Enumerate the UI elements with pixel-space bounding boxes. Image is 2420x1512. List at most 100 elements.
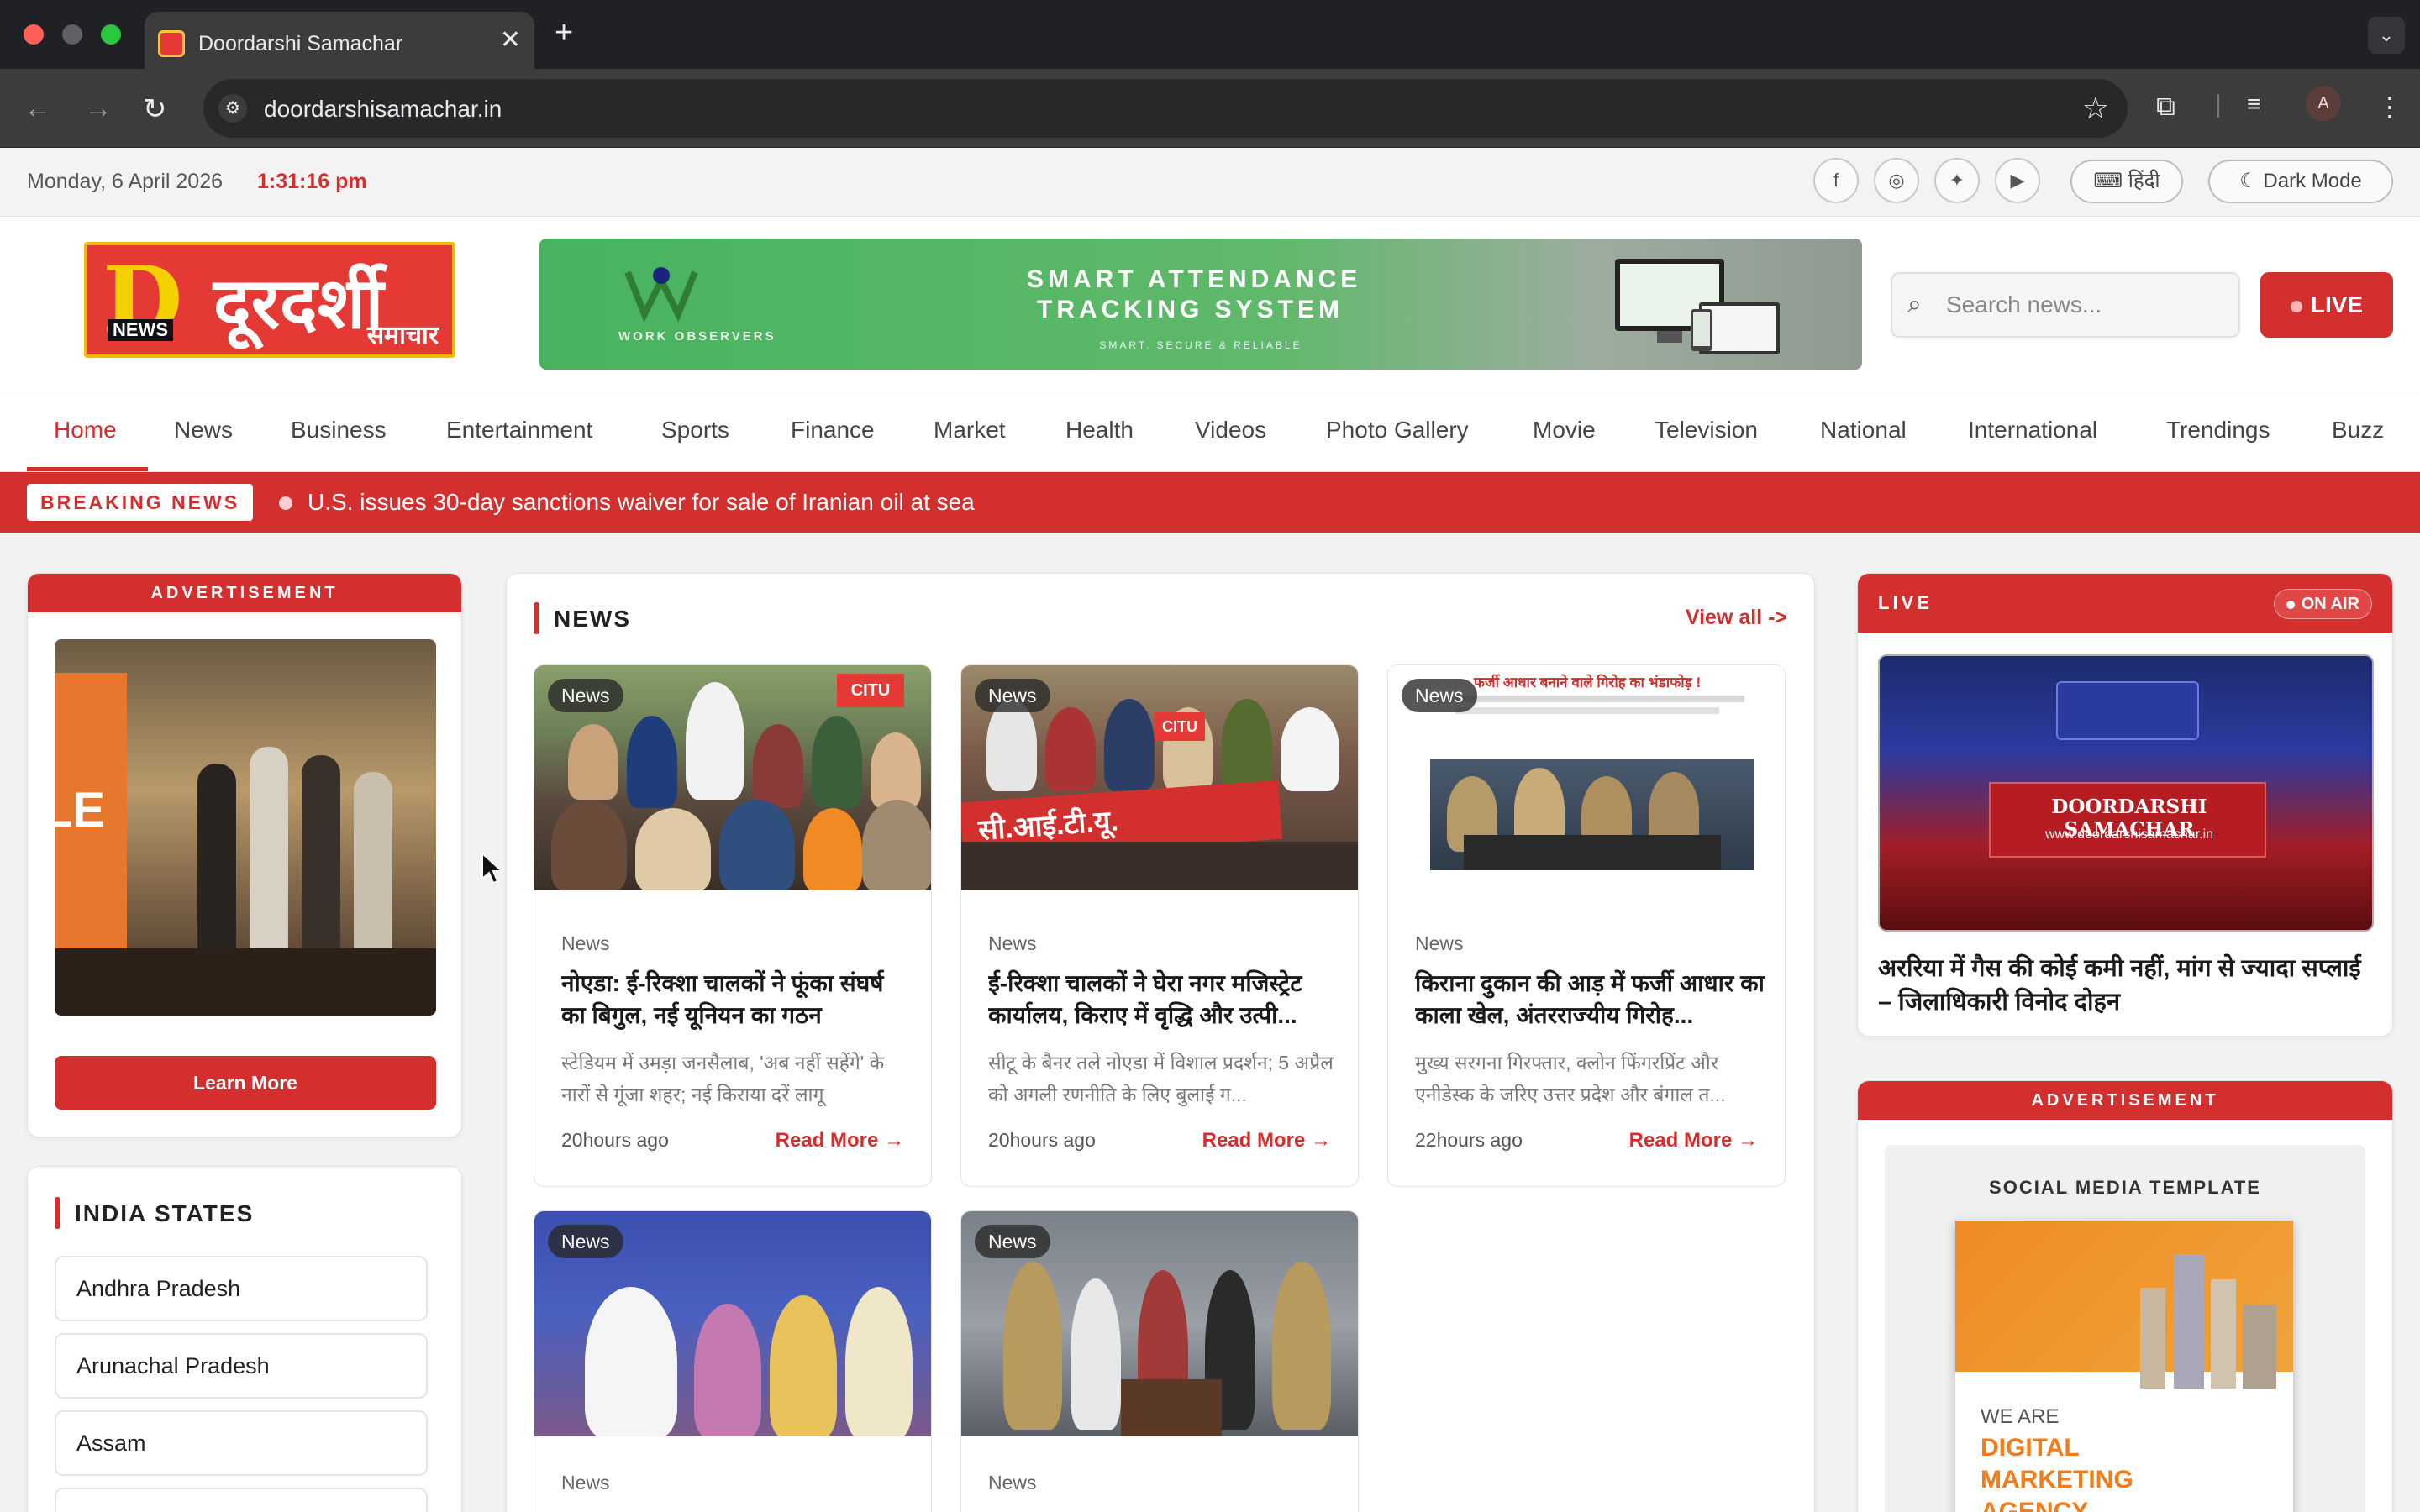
news-image: News <box>534 1211 931 1436</box>
logo-news-label: NEWS <box>108 319 173 341</box>
news-card[interactable]: News News <box>960 1210 1359 1512</box>
new-tab-icon[interactable]: + <box>555 15 573 51</box>
forward-icon[interactable]: → <box>84 92 113 125</box>
instagram-icon[interactable]: ◎ <box>1874 158 1919 203</box>
browser-menu-icon[interactable]: ⋮ <box>2376 91 2403 123</box>
translate-icon: ⌨ <box>2093 170 2128 192</box>
news-title[interactable]: ई-रिक्शा चालकों ने घेरा नगर मजिस्ट्रेट क… <box>988 968 1339 1035</box>
person <box>568 724 618 800</box>
twitter-icon[interactable]: ✦ <box>1934 158 1980 203</box>
dark-mode-button[interactable]: ☾ Dark Mode <box>2208 160 2393 203</box>
media-controls-icon[interactable]: ≡ <box>2247 91 2260 118</box>
nav-international[interactable]: International <box>1968 417 2097 444</box>
view-all-link[interactable]: View all -> <box>1686 606 1787 630</box>
news-title[interactable]: नोएडा: ई-रिक्शा चालकों ने फूंका संघर्ष क… <box>561 968 913 1035</box>
read-more-link[interactable]: Read More → <box>1202 1129 1331 1152</box>
reload-icon[interactable]: ↻ <box>143 92 167 126</box>
police-photo <box>1430 759 1754 870</box>
breaking-news-label: BREAKING NEWS <box>27 484 254 521</box>
news-card[interactable]: फर्जी आधार बनाने वाले गिरोह का भंडाफोड़ … <box>1387 664 1786 1187</box>
nav-entertainment[interactable]: Entertainment <box>446 417 592 444</box>
breaking-dot-icon <box>279 496 292 510</box>
close-window-button[interactable] <box>24 24 44 45</box>
language-toggle-button[interactable]: ⌨ हिंदी <box>2070 160 2183 203</box>
youtube-icon[interactable]: ▶ <box>1995 158 2040 203</box>
nav-finance[interactable]: Finance <box>791 417 875 444</box>
tab-close-icon[interactable]: ✕ <box>500 25 521 55</box>
news-image: फर्जी आधार बनाने वाले गिरोह का भंडाफोड़ … <box>1388 665 1785 890</box>
ad-template-title: SOCIAL MEDIA TEMPLATE <box>1989 1177 2261 1198</box>
video-url: www.doordarshisamachar.in <box>2044 827 2214 842</box>
nav-home[interactable]: Home <box>54 417 117 444</box>
person <box>812 716 862 808</box>
live-video-player[interactable]: DOORDARSHI SAMACHAR www.doordarshisamach… <box>1878 654 2374 932</box>
person <box>871 732 921 808</box>
nav-television[interactable]: Television <box>1655 417 1758 444</box>
read-more-link[interactable]: Read More → <box>1629 1129 1758 1152</box>
nav-news[interactable]: News <box>174 417 233 444</box>
state-item-partial[interactable] <box>55 1488 428 1512</box>
back-icon[interactable]: ← <box>24 92 52 125</box>
state-item[interactable]: Arunachal Pradesh <box>55 1333 428 1399</box>
maximize-window-button[interactable] <box>101 24 121 45</box>
nav-health[interactable]: Health <box>1065 417 1134 444</box>
person <box>627 716 677 808</box>
nav-buzz[interactable]: Buzz <box>2332 417 2384 444</box>
person <box>551 800 627 890</box>
breaking-news-headline[interactable]: U.S. issues 30-day sanctions waiver for … <box>308 489 975 516</box>
profile-avatar[interactable]: A <box>2306 86 2341 121</box>
search-box[interactable]: ⌕ <box>1891 272 2240 338</box>
site-info-icon[interactable]: ⚙ <box>218 94 247 123</box>
mannequin-2 <box>250 747 288 957</box>
address-bar[interactable]: ⚙ doordarshisamachar.in ☆ <box>203 79 2128 138</box>
nav-photo-gallery[interactable]: Photo Gallery <box>1326 417 1469 444</box>
news-card[interactable]: CITU सी.आई.टी.यू. News News ई-रिक्शा चाल… <box>960 664 1359 1187</box>
nav-sports[interactable]: Sports <box>661 417 729 444</box>
extensions-icon[interactable]: ⧉ <box>2156 91 2175 123</box>
browser-tab[interactable]: Doordarshi Samachar ✕ <box>145 12 534 69</box>
minimize-window-button[interactable] <box>62 24 82 45</box>
person <box>1045 707 1096 791</box>
header-ad-banner[interactable]: WORK OBSERVERS SMART ATTENDANCE TRACKING… <box>539 239 1862 370</box>
nav-business[interactable]: Business <box>291 417 387 444</box>
ad-big-line-2: MARKETING <box>1981 1466 2133 1494</box>
india-states-title: INDIA STATES <box>75 1200 255 1226</box>
state-item[interactable]: Assam <box>55 1410 428 1476</box>
nav-market[interactable]: Market <box>934 417 1006 444</box>
tab-search-icon[interactable]: ⌄ <box>2368 17 2405 54</box>
learn-more-button[interactable]: Learn More <box>55 1056 436 1110</box>
news-section: NEWS View all -> CITU News News नोएडा: ई… <box>506 573 1815 1512</box>
news-category: News <box>561 1472 610 1494</box>
news-image: News <box>961 1211 1358 1436</box>
video-title-plate: DOORDARSHI SAMACHAR www.doordarshisamach… <box>1989 782 2266 858</box>
nav-national[interactable]: National <box>1820 417 1907 444</box>
state-item[interactable]: Andhra Pradesh <box>55 1256 428 1321</box>
live-headline[interactable]: अररिया में गैस की कोई कमी नहीं, मांग से … <box>1878 952 2374 1019</box>
read-more-link[interactable]: Read More → <box>776 1129 904 1152</box>
on-air-dot-icon <box>2286 600 2295 609</box>
news-title[interactable]: किराना दुकान की आड़ में फर्जी आधार का का… <box>1415 968 1766 1035</box>
ad-label: ADVERTISEMENT <box>1858 1081 2392 1120</box>
site-logo[interactable]: D NEWS दूरदर्शी समाचार <box>84 242 455 358</box>
ad-poster: WE ARE DIGITAL MARKETING AGENCY <box>1955 1221 2293 1512</box>
person <box>1071 1278 1121 1430</box>
on-air-badge: ON AIR <box>2273 589 2372 619</box>
person <box>986 699 1037 791</box>
nav-videos[interactable]: Videos <box>1195 417 1266 444</box>
news-excerpt: स्टेडियम में उमड़ा जनसैलाब, 'अब नहीं सहे… <box>561 1052 885 1105</box>
logo-title: दूरदर्शी <box>213 262 384 344</box>
top-info-bar: Monday, 6 April 2026 1:31:16 pm f ◎ ✦ ▶ … <box>0 148 2420 217</box>
right-ad-image[interactable]: SOCIAL MEDIA TEMPLATE WE ARE DIGITAL MAR… <box>1885 1145 2365 1512</box>
left-ad-image[interactable]: LE <box>55 639 436 1016</box>
nav-trendings[interactable]: Trendings <box>2166 417 2270 444</box>
nav-movie[interactable]: Movie <box>1533 417 1596 444</box>
bookmark-star-icon[interactable]: ☆ <box>2082 91 2109 126</box>
news-card[interactable]: CITU News News नोएडा: ई-रिक्शा चालकों ने… <box>534 664 932 1187</box>
live-button[interactable]: LIVE <box>2260 272 2393 338</box>
person <box>719 800 795 890</box>
search-input[interactable] <box>1946 286 2223 324</box>
browser-toolbar: ← → ↻ ⚙ doordarshisamachar.in ☆ ⧉ | ≡ A … <box>0 69 2420 148</box>
news-card[interactable]: News News <box>534 1210 932 1512</box>
news-image: CITU सी.आई.टी.यू. News <box>961 665 1358 890</box>
facebook-icon[interactable]: f <box>1813 158 1859 203</box>
